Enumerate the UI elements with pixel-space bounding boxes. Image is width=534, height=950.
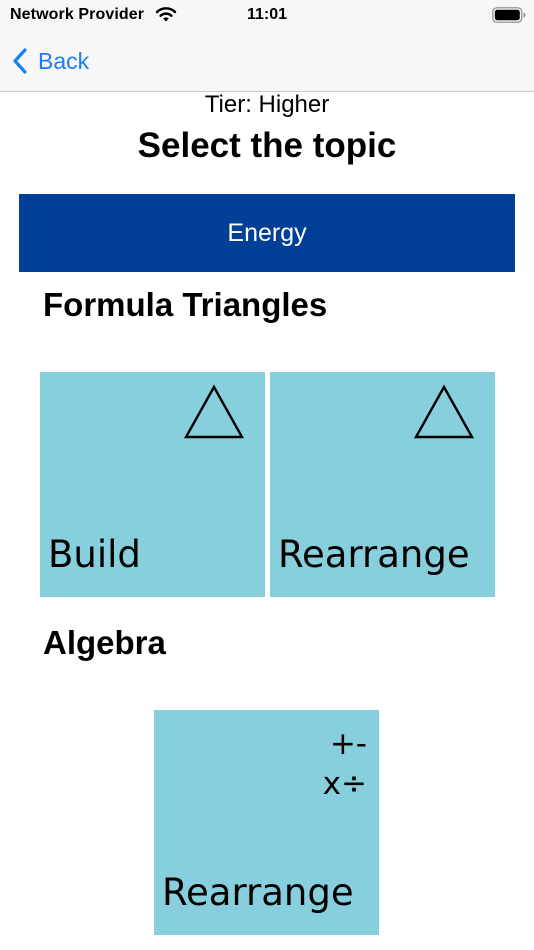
build-triangle-tile[interactable]: Build <box>40 372 265 597</box>
section-heading-algebra: Algebra <box>43 624 166 661</box>
navigation-bar: Back <box>0 32 534 92</box>
tile-label: Build <box>48 533 141 576</box>
section-heading-formula-triangles: Formula Triangles <box>43 286 328 323</box>
subject-label: Energy <box>227 218 307 247</box>
page-title: Select the topic <box>137 126 397 165</box>
operators-line-plus-minus: +- <box>329 726 367 762</box>
operators-icon: +- x÷ <box>323 724 367 804</box>
status-bar: Network Provider 11:01 <box>0 0 534 32</box>
screen: Network Provider 11:01 Back Tier: Higher… <box>0 0 534 950</box>
tile-label: Rearrange <box>162 871 354 914</box>
rearrange-triangle-tile[interactable]: Rearrange <box>270 372 495 597</box>
rearrange-algebra-tile[interactable]: +- x÷ Rearrange <box>154 710 379 935</box>
triangle-icon <box>413 384 475 439</box>
triangle-icon <box>183 384 245 439</box>
operators-line-times-divide: x÷ <box>322 766 367 802</box>
subject-banner: Energy <box>19 194 515 272</box>
status-time: 11:01 <box>246 6 288 23</box>
tile-label: Rearrange <box>278 533 470 576</box>
back-label: Back <box>38 47 90 74</box>
back-button[interactable]: Back <box>12 45 89 77</box>
battery-icon <box>492 7 526 23</box>
chevron-left-icon <box>13 48 27 74</box>
tier-label: Tier: Higher <box>204 91 330 118</box>
